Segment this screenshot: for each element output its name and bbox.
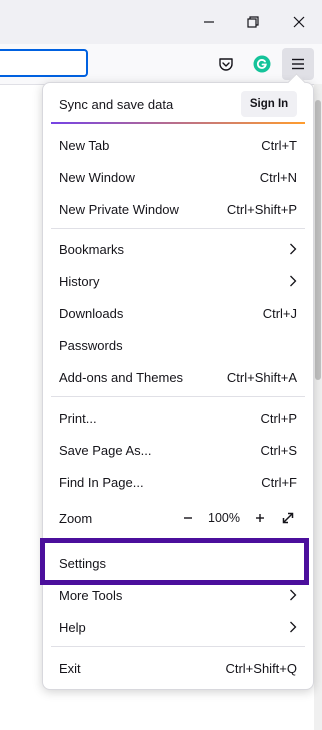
fullscreen-button[interactable]	[279, 509, 297, 527]
addons-label: Add-ons and Themes	[59, 369, 184, 385]
new-private-window-shortcut: Ctrl+Shift+P	[226, 201, 297, 217]
passwords-label: Passwords	[59, 337, 123, 353]
close-icon	[293, 16, 305, 28]
exit-label: Exit	[59, 660, 81, 676]
chevron-right-icon	[290, 275, 297, 287]
zoom-controls: 100%	[179, 509, 297, 527]
url-bar[interactable]	[0, 49, 88, 77]
menu-item-new-tab[interactable]: New Tab Ctrl+T	[51, 131, 305, 159]
new-private-window-label: New Private Window	[59, 201, 179, 217]
help-label: Help	[59, 619, 86, 635]
downloads-label: Downloads	[59, 305, 124, 321]
menu-separator	[51, 646, 305, 647]
new-tab-shortcut: Ctrl+T	[261, 137, 297, 153]
zoom-label: Zoom	[59, 510, 93, 526]
menu-item-new-window[interactable]: New Window Ctrl+N	[51, 163, 305, 191]
close-window-button[interactable]	[284, 8, 314, 36]
save-page-shortcut: Ctrl+S	[260, 442, 297, 458]
menu-item-new-private-window[interactable]: New Private Window Ctrl+Shift+P	[51, 195, 305, 223]
fullscreen-icon	[282, 512, 294, 524]
nav-toolbar	[0, 44, 322, 84]
sync-row: Sync and save data Sign In	[51, 90, 305, 118]
menu-item-bookmarks[interactable]: Bookmarks	[51, 235, 305, 263]
settings-label: Settings	[59, 555, 106, 571]
find-label: Find In Page...	[59, 474, 144, 490]
chevron-right-icon	[290, 243, 297, 255]
find-shortcut: Ctrl+F	[261, 474, 297, 490]
restore-icon	[247, 16, 259, 28]
zoom-value[interactable]: 100%	[207, 511, 241, 525]
grammarly-icon	[253, 55, 271, 73]
new-tab-label: New Tab	[59, 137, 110, 153]
title-bar	[0, 0, 322, 44]
new-window-label: New Window	[59, 169, 135, 185]
print-shortcut: Ctrl+P	[260, 410, 297, 426]
zoom-out-button[interactable]	[179, 509, 197, 527]
restore-button[interactable]	[238, 8, 268, 36]
menu-item-exit[interactable]: Exit Ctrl+Shift+Q	[51, 654, 305, 682]
menu-item-addons[interactable]: Add-ons and Themes Ctrl+Shift+A	[51, 363, 305, 391]
menu-item-save-page[interactable]: Save Page As... Ctrl+S	[51, 436, 305, 464]
zoom-in-button[interactable]	[251, 509, 269, 527]
menu-item-passwords[interactable]: Passwords	[51, 331, 305, 359]
menu-item-print[interactable]: Print... Ctrl+P	[51, 404, 305, 432]
grammarly-button[interactable]	[246, 48, 278, 80]
menu-separator	[51, 228, 305, 229]
menu-item-downloads[interactable]: Downloads Ctrl+J	[51, 299, 305, 327]
page-scrollbar[interactable]	[314, 84, 322, 730]
menu-item-help[interactable]: Help	[51, 613, 305, 641]
hamburger-menu-icon	[292, 58, 304, 70]
menu-separator	[51, 396, 305, 397]
zoom-out-icon	[184, 517, 192, 519]
sign-in-button[interactable]: Sign In	[241, 91, 297, 117]
sync-separator	[51, 122, 305, 124]
exit-shortcut: Ctrl+Shift+Q	[225, 660, 297, 676]
pocket-button[interactable]	[210, 48, 242, 80]
print-label: Print...	[59, 410, 97, 426]
app-menu-panel: Sync and save data Sign In New Tab Ctrl+…	[42, 73, 314, 690]
downloads-shortcut: Ctrl+J	[262, 305, 297, 321]
scrollbar-thumb[interactable]	[315, 100, 321, 380]
save-page-label: Save Page As...	[59, 442, 152, 458]
menu-item-history[interactable]: History	[51, 267, 305, 295]
minimize-icon	[204, 21, 214, 23]
zoom-in-icon	[256, 514, 264, 522]
menu-item-settings[interactable]: Settings	[51, 549, 305, 577]
menu-separator	[51, 538, 305, 539]
more-tools-label: More Tools	[59, 587, 123, 603]
minimize-button[interactable]	[194, 8, 224, 36]
bookmarks-label: Bookmarks	[59, 241, 125, 257]
menu-item-more-tools[interactable]: More Tools	[51, 581, 305, 609]
chevron-right-icon	[290, 589, 297, 601]
menu-item-find-in-page[interactable]: Find In Page... Ctrl+F	[51, 468, 305, 496]
sync-label: Sync and save data	[59, 96, 174, 112]
new-window-shortcut: Ctrl+N	[259, 169, 297, 185]
chevron-right-icon	[290, 621, 297, 633]
menu-item-zoom: Zoom 100%	[51, 504, 305, 532]
pocket-icon	[219, 58, 233, 71]
history-label: History	[59, 273, 100, 289]
addons-shortcut: Ctrl+Shift+A	[226, 369, 297, 385]
